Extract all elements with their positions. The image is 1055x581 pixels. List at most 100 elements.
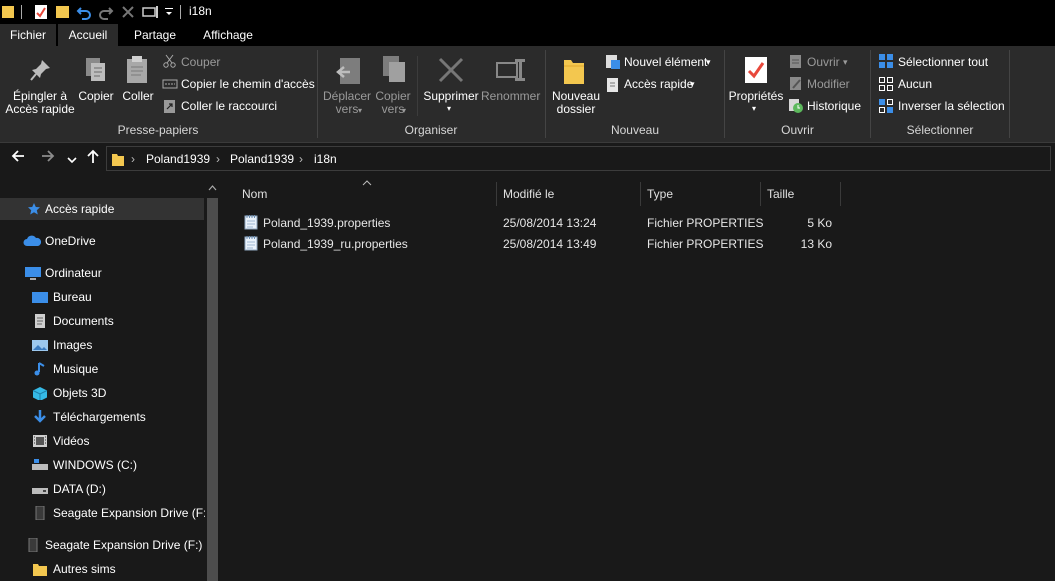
customize-qa-chevron-icon[interactable] (164, 4, 174, 20)
address-bar[interactable]: › Poland1939 › Poland1939 › i18n (106, 146, 1051, 171)
desktop-icon (32, 292, 48, 303)
nav-item-drive-f-root[interactable]: Seagate Expansion Drive (F:) (0, 534, 204, 556)
tab-home[interactable]: Accueil (58, 24, 118, 46)
breadcrumb-item[interactable]: Poland1939 (230, 152, 294, 166)
column-divider[interactable] (496, 182, 497, 206)
copy-to-icon (380, 54, 408, 87)
column-divider[interactable] (840, 182, 841, 206)
nav-item-pictures[interactable]: Images (0, 334, 204, 356)
nav-item-computer[interactable]: Ordinateur (0, 262, 204, 284)
rename-icon (495, 57, 526, 86)
new-folder-qa-icon[interactable] (56, 4, 70, 20)
table-row[interactable]: Poland_1939.properties 25/08/2014 13:24 … (240, 213, 840, 233)
copy-path-button[interactable]: Copier le chemin d'accès (181, 77, 315, 91)
nav-item-documents[interactable]: Documents (0, 310, 204, 332)
tab-file[interactable]: Fichier (0, 24, 56, 46)
breadcrumb-separator-icon: › (131, 152, 135, 166)
video-icon (33, 435, 47, 447)
nav-item-autres-sims[interactable]: Autres sims (0, 558, 204, 580)
ribbon: Épingler à Accès rapide Copier Coller Co… (0, 46, 1055, 143)
select-all-button[interactable]: Sélectionner tout (898, 55, 988, 69)
cut-button[interactable]: Couper (181, 55, 220, 69)
table-row[interactable]: Poland_1939_ru.properties 25/08/2014 13:… (240, 234, 840, 254)
history-icon (788, 98, 804, 117)
nav-item-desktop[interactable]: Bureau (0, 286, 204, 308)
file-name: Poland_1939_ru.properties (263, 237, 408, 251)
delete-icon (437, 56, 465, 87)
nav-item-drive-d[interactable]: DATA (D:) (0, 478, 204, 500)
forward-button[interactable] (40, 148, 56, 169)
folder-icon (2, 4, 14, 20)
open-icon (789, 54, 803, 73)
new-item-button[interactable]: Nouvel élément (624, 55, 707, 69)
computer-icon (25, 267, 41, 280)
cloud-icon (23, 235, 41, 246)
ribbon-tabs: Fichier Accueil Partage Affichage (0, 24, 1055, 46)
history-button[interactable]: Historique (807, 99, 861, 113)
file-modified: 25/08/2014 13:24 (503, 216, 597, 230)
external-drive-icon (35, 506, 45, 520)
tab-view[interactable]: Affichage (193, 24, 263, 46)
redo-icon[interactable] (98, 4, 114, 20)
column-header-type[interactable]: Type (647, 185, 757, 205)
new-folder-button[interactable]: Nouveau dossier (549, 90, 603, 116)
invert-selection-button[interactable]: Inverser la sélection (898, 99, 1005, 113)
easy-access-icon (606, 77, 620, 96)
column-header-size[interactable]: Taille (767, 185, 837, 205)
nav-item-videos[interactable]: Vidéos (0, 430, 204, 452)
easy-access-button[interactable]: Accès rapide (624, 77, 693, 91)
nav-item-drive-c[interactable]: WINDOWS (C:) (0, 454, 204, 476)
scissors-icon (163, 54, 177, 71)
file-name: Poland_1939.properties (263, 216, 391, 230)
move-to-button[interactable]: Déplacer vers (320, 90, 374, 116)
tab-share[interactable]: Partage (126, 24, 184, 46)
new-folder-icon (562, 56, 586, 89)
arrow-up-icon (87, 149, 99, 163)
paste-icon (125, 55, 149, 88)
copy-icon (84, 56, 108, 87)
separator (178, 4, 184, 20)
nav-item-quick-access[interactable]: Accès rapide (0, 198, 204, 220)
breadcrumb-item[interactable]: Poland1939 (146, 152, 210, 166)
copy-button[interactable]: Copier (75, 90, 117, 103)
undo-icon[interactable] (76, 4, 92, 20)
system-drive-icon (32, 459, 48, 470)
up-button[interactable] (85, 148, 101, 169)
window-title: i18n (189, 4, 212, 18)
music-icon (34, 362, 45, 376)
open-button[interactable]: Ouvrir (807, 55, 840, 69)
properties-icon (743, 55, 769, 88)
column-header-modified[interactable]: Modifié le (503, 185, 633, 205)
new-item-chevron-icon: ▾ (706, 57, 711, 67)
nav-scrollbar[interactable] (205, 180, 220, 581)
properties-qa-icon[interactable] (34, 4, 48, 20)
edit-icon (789, 76, 803, 95)
rename-qa-icon[interactable] (142, 4, 160, 20)
column-divider[interactable] (760, 182, 761, 206)
select-none-button[interactable]: Aucun (898, 77, 932, 91)
copy-to-button[interactable]: Copier vers (372, 90, 414, 116)
title-bar: i18n (0, 0, 1055, 24)
nav-item-onedrive[interactable]: OneDrive (0, 230, 204, 252)
group-separator (1009, 50, 1010, 138)
delete-qa-icon[interactable] (121, 4, 135, 20)
nav-item-drive-f[interactable]: Seagate Expansion Drive (F:) (0, 502, 210, 524)
breadcrumb-item[interactable]: i18n (314, 152, 337, 166)
paste-shortcut-button[interactable]: Coller le raccourci (181, 99, 277, 113)
folder-icon (33, 564, 47, 576)
edit-button[interactable]: Modifier (807, 77, 850, 91)
rename-button[interactable]: Renommer (481, 90, 540, 103)
properties-chevron-icon: ▾ (752, 104, 757, 113)
pin-quick-access-button[interactable]: Épingler à Accès rapide (4, 90, 76, 116)
nav-item-downloads[interactable]: Téléchargements (0, 406, 204, 428)
column-header-name[interactable]: Nom (242, 185, 492, 205)
paste-button[interactable]: Coller (117, 90, 159, 103)
back-button[interactable] (10, 148, 26, 169)
nav-item-music[interactable]: Musique (0, 358, 204, 380)
open-chevron-icon: ▾ (843, 57, 848, 67)
move-to-icon (336, 56, 364, 89)
nav-item-3d-objects[interactable]: Objets 3D (0, 382, 204, 404)
scrollbar-thumb[interactable] (207, 198, 218, 581)
recent-locations-button[interactable] (67, 152, 77, 170)
column-divider[interactable] (640, 182, 641, 206)
